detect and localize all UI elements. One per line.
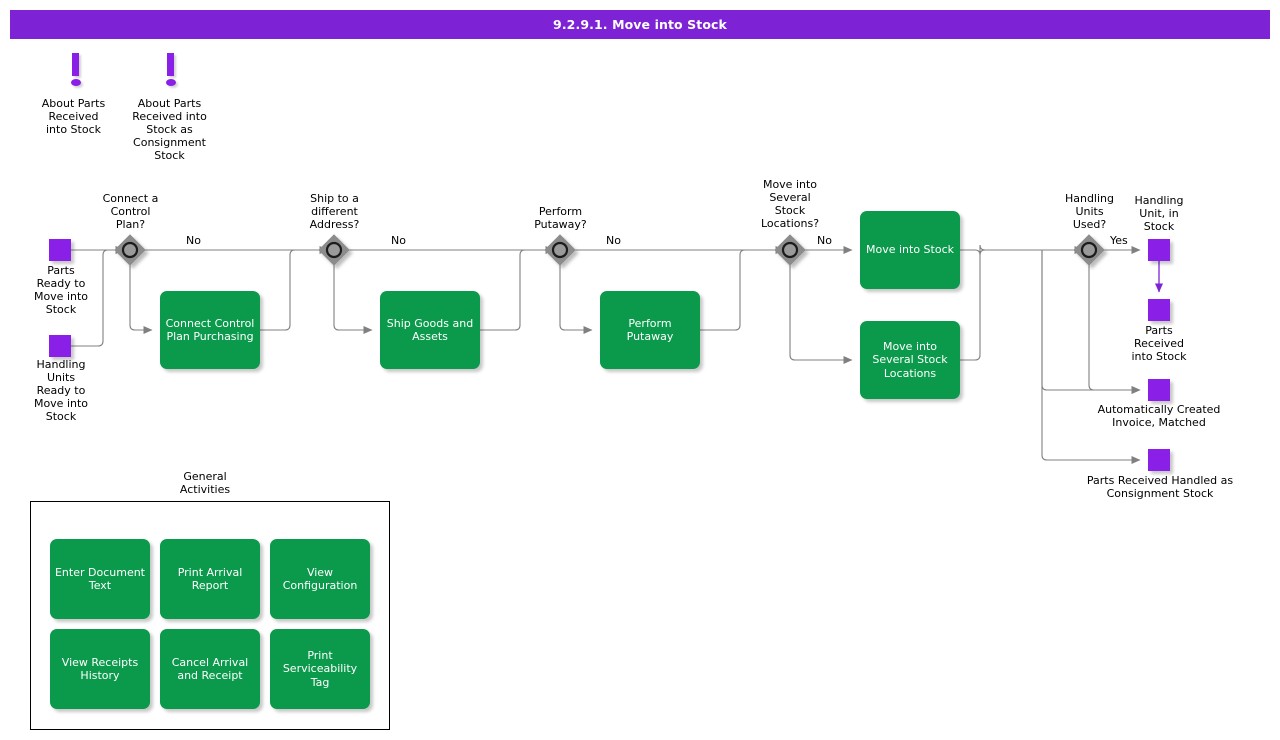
gateway-ring-icon: [781, 241, 799, 259]
flow-branch-to-invoice-matched: [1041, 250, 1141, 394]
about-parts-received-into-stock[interactable]: [71, 53, 83, 89]
automatically-created-invoice-matched[interactable]: [1148, 379, 1170, 401]
parts-received-handled-as-consignment-stock[interactable]: [1148, 449, 1170, 471]
print-arrival-report-task[interactable]: Print Arrival Report: [160, 539, 260, 619]
enter-document-text-task-label: Enter Document Text: [54, 565, 145, 593]
parts-ready-to-move-into-stock[interactable]: [49, 239, 71, 261]
connect-a-control-plan-gateway[interactable]: [114, 234, 146, 266]
move-into-stock-task[interactable]: Move into Stock: [860, 211, 960, 289]
move-into-stock-task-label: Move into Stock: [865, 243, 954, 257]
flow-connect-control-plan-to-gateway2: [260, 249, 328, 331]
flow-label-no-control-plan: No: [186, 234, 201, 247]
perform-putaway-task-label: Perform Putaway: [626, 316, 674, 344]
flow-ship-goods-to-gateway3: [480, 249, 554, 331]
handling-units-used-gateway[interactable]: [1073, 234, 1105, 266]
move-into-several-stock-locations-task-label: Move into Several Stock Locations: [872, 339, 948, 380]
flow-label-no-ship-address: No: [391, 234, 406, 247]
exclamation-dot-icon: [166, 79, 176, 86]
print-arrival-report-task-label: Print Arrival Report: [177, 565, 243, 593]
flow-gateway5-no-to-parts-received: [1088, 265, 1141, 394]
ship-to-a-different-address-gateway[interactable]: [318, 234, 350, 266]
exclamation-icon: [72, 53, 79, 76]
flow-gateway2-yes-to-ship-goods: [333, 265, 373, 334]
flow-gateway1-yes-to-connect-control-plan: [129, 265, 153, 334]
flow-move-several-locations-to-join: [960, 249, 1040, 361]
ship-goods-and-assets-task[interactable]: Ship Goods and Assets: [380, 291, 480, 369]
move-into-several-stock-locations-gateway[interactable]: [774, 234, 806, 266]
gateway-ring-icon: [121, 241, 139, 259]
cancel-arrival-and-receipt-task-label: Cancel Arrival and Receipt: [171, 655, 249, 683]
enter-document-text-task[interactable]: Enter Document Text: [50, 539, 150, 619]
ship-goods-and-assets-task-label: Ship Goods and Assets: [386, 316, 474, 344]
cancel-arrival-and-receipt-task[interactable]: Cancel Arrival and Receipt: [160, 629, 260, 709]
perform-putaway-task[interactable]: Perform Putaway: [600, 291, 700, 369]
handling-unit-in-stock[interactable]: [1148, 239, 1170, 261]
view-receipts-history-task[interactable]: View Receipts History: [50, 629, 150, 709]
window-title-bar: 9.2.9.1. Move into Stock: [10, 10, 1270, 39]
print-serviceability-tag-task[interactable]: Print Serviceability Tag: [270, 629, 370, 709]
gateway-ring-icon: [1080, 241, 1098, 259]
flow-label-no-several-locations: No: [817, 234, 832, 247]
perform-putaway-gateway[interactable]: [544, 234, 576, 266]
flow-branch-to-consignment-stock: [1041, 250, 1141, 464]
exclamation-icon: [167, 53, 174, 76]
flow-label-yes-handling-units: Yes: [1110, 234, 1128, 247]
view-receipts-history-task-label: View Receipts History: [61, 655, 139, 683]
gateway-ring-icon: [325, 241, 343, 259]
flow-gateway3-yes-to-perform-putaway: [559, 265, 593, 334]
flow-label-no-putaway: No: [606, 234, 621, 247]
view-configuration-task[interactable]: View Configuration: [270, 539, 370, 619]
about-parts-received-into-stock-as-consignment-stock[interactable]: [166, 53, 178, 89]
flow-perform-putaway-to-gateway4: [700, 249, 784, 331]
gateway-ring-icon: [551, 241, 569, 259]
move-into-several-stock-locations-task[interactable]: Move into Several Stock Locations: [860, 321, 960, 399]
connect-control-plan-purchasing-task-label: Connect Control Plan Purchasing: [165, 316, 255, 344]
parts-received-into-stock[interactable]: [1148, 299, 1170, 321]
flow-gateway4-yes-to-move-several-locations: [789, 265, 853, 364]
print-serviceability-tag-task-label: Print Serviceability Tag: [282, 648, 358, 689]
connect-control-plan-purchasing-task[interactable]: Connect Control Plan Purchasing: [160, 291, 260, 369]
flow-handling-units-to-gateway1: [71, 246, 125, 347]
handling-units-ready-to-move-into-stock[interactable]: [49, 335, 71, 357]
general-activities-group-title: General Activities: [179, 470, 231, 496]
exclamation-dot-icon: [71, 79, 81, 86]
view-configuration-task-label: View Configuration: [282, 565, 358, 593]
page-title: 9.2.9.1. Move into Stock: [553, 17, 727, 32]
